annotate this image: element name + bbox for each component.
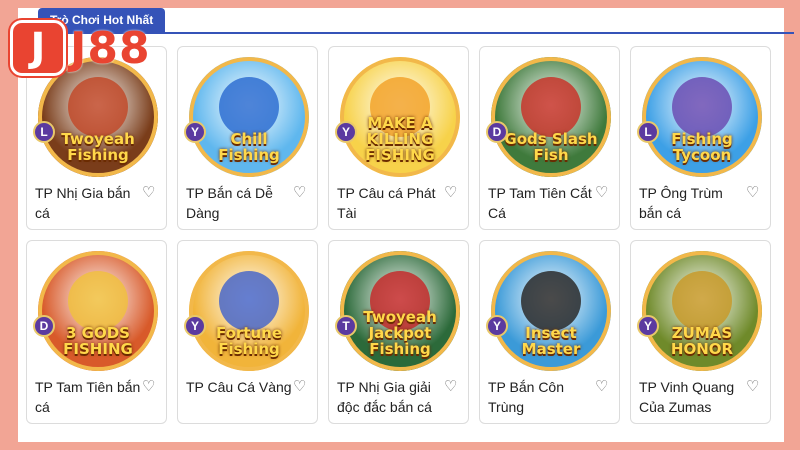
game-card[interactable]: Insect Master Y TP Bắn Côn Trùng ♡ <box>479 240 620 424</box>
provider-badge: Y <box>184 121 206 143</box>
game-name[interactable]: TP Tam Tiên Cắt Cá <box>488 183 594 223</box>
game-logo-text: Gods Slash Fish <box>504 130 598 164</box>
game-name[interactable]: TP Bắn Côn Trùng <box>488 377 594 417</box>
provider-badge: L <box>33 121 55 143</box>
provider-badge: T <box>335 315 357 337</box>
game-card[interactable]: MAKE A KILLING FISHING Y TP Câu cá Phát … <box>328 46 469 230</box>
brand-logo-mark: J <box>10 20 66 76</box>
game-name[interactable]: TP Câu cá Phát Tài <box>337 183 443 223</box>
game-logo-text: 3 GODS FISHING <box>63 324 133 358</box>
heart-icon[interactable]: ♡ <box>746 379 762 395</box>
game-logo-text: Fortune Fishing <box>215 324 283 358</box>
provider-badge: Y <box>637 315 659 337</box>
game-logo-text: MAKE A KILLING FISHING <box>365 114 435 164</box>
heart-icon[interactable]: ♡ <box>746 185 762 201</box>
game-card[interactable]: Gods Slash Fish D TP Tam Tiên Cắt Cá ♡ <box>479 46 620 230</box>
game-name[interactable]: TP Câu Cá Vàng <box>186 377 292 397</box>
game-name[interactable]: TP Ông Trùm bắn cá <box>639 183 745 223</box>
game-thumbnail[interactable]: Twoyeah Jackpot Fishing <box>340 251 460 371</box>
heart-icon[interactable]: ♡ <box>595 379 611 395</box>
game-card[interactable]: ZUMAS HONOR Y TP Vinh Quang Của Zumas ♡ <box>630 240 771 424</box>
game-name[interactable]: TP Tam Tiên bắn cá <box>35 377 141 417</box>
game-thumbnail[interactable]: MAKE A KILLING FISHING <box>340 57 460 177</box>
brand-logo-text: J88 <box>70 22 151 74</box>
provider-badge: Y <box>486 315 508 337</box>
game-name[interactable]: TP Bắn cá Dễ Dàng <box>186 183 292 223</box>
game-name[interactable]: TP Vinh Quang Của Zumas <box>639 377 745 417</box>
heart-icon[interactable]: ♡ <box>444 379 460 395</box>
game-thumbnail[interactable]: ZUMAS HONOR <box>642 251 762 371</box>
heart-icon[interactable]: ♡ <box>142 379 158 395</box>
game-card[interactable]: Twoyeah Jackpot Fishing T TP Nhị Gia giả… <box>328 240 469 424</box>
game-logo-text: Twoyeah Fishing <box>61 130 135 164</box>
game-card[interactable]: Chill Fishing Y TP Bắn cá Dễ Dàng ♡ <box>177 46 318 230</box>
game-thumbnail[interactable]: Insect Master <box>491 251 611 371</box>
provider-badge: Y <box>335 121 357 143</box>
game-grid: Twoyeah Fishing L TP Nhị Gia bắn cá ♡ Ch… <box>26 46 776 424</box>
provider-badge: D <box>486 121 508 143</box>
game-logo-text: Fishing Tycoon <box>671 130 733 164</box>
game-thumbnail[interactable]: Chill Fishing <box>189 57 309 177</box>
provider-badge: Y <box>184 315 206 337</box>
game-card[interactable]: 3 GODS FISHING D TP Tam Tiên bắn cá ♡ <box>26 240 167 424</box>
heart-icon[interactable]: ♡ <box>595 185 611 201</box>
brand-logo[interactable]: J J88 <box>10 18 180 78</box>
game-logo-text: Twoyeah Jackpot Fishing <box>363 308 437 358</box>
game-logo-text: Chill Fishing <box>218 130 280 164</box>
game-name[interactable]: TP Nhị Gia bắn cá <box>35 183 141 223</box>
game-logo-text: Insect Master <box>521 324 581 358</box>
game-thumbnail[interactable]: Gods Slash Fish <box>491 57 611 177</box>
game-card[interactable]: Fishing Tycoon L TP Ông Trùm bắn cá ♡ <box>630 46 771 230</box>
game-name[interactable]: TP Nhị Gia giải độc đắc bắn cá <box>337 377 443 417</box>
game-card[interactable]: Fortune Fishing Y TP Câu Cá Vàng ♡ <box>177 240 318 424</box>
provider-badge: L <box>637 121 659 143</box>
game-thumbnail[interactable]: 3 GODS FISHING <box>38 251 158 371</box>
heart-icon[interactable]: ♡ <box>444 185 460 201</box>
game-thumbnail[interactable]: Fishing Tycoon <box>642 57 762 177</box>
heart-icon[interactable]: ♡ <box>293 379 309 395</box>
game-thumbnail[interactable]: Fortune Fishing <box>189 251 309 371</box>
game-logo-text: ZUMAS HONOR <box>670 324 734 358</box>
heart-icon[interactable]: ♡ <box>142 185 158 201</box>
provider-badge: D <box>33 315 55 337</box>
heart-icon[interactable]: ♡ <box>293 185 309 201</box>
